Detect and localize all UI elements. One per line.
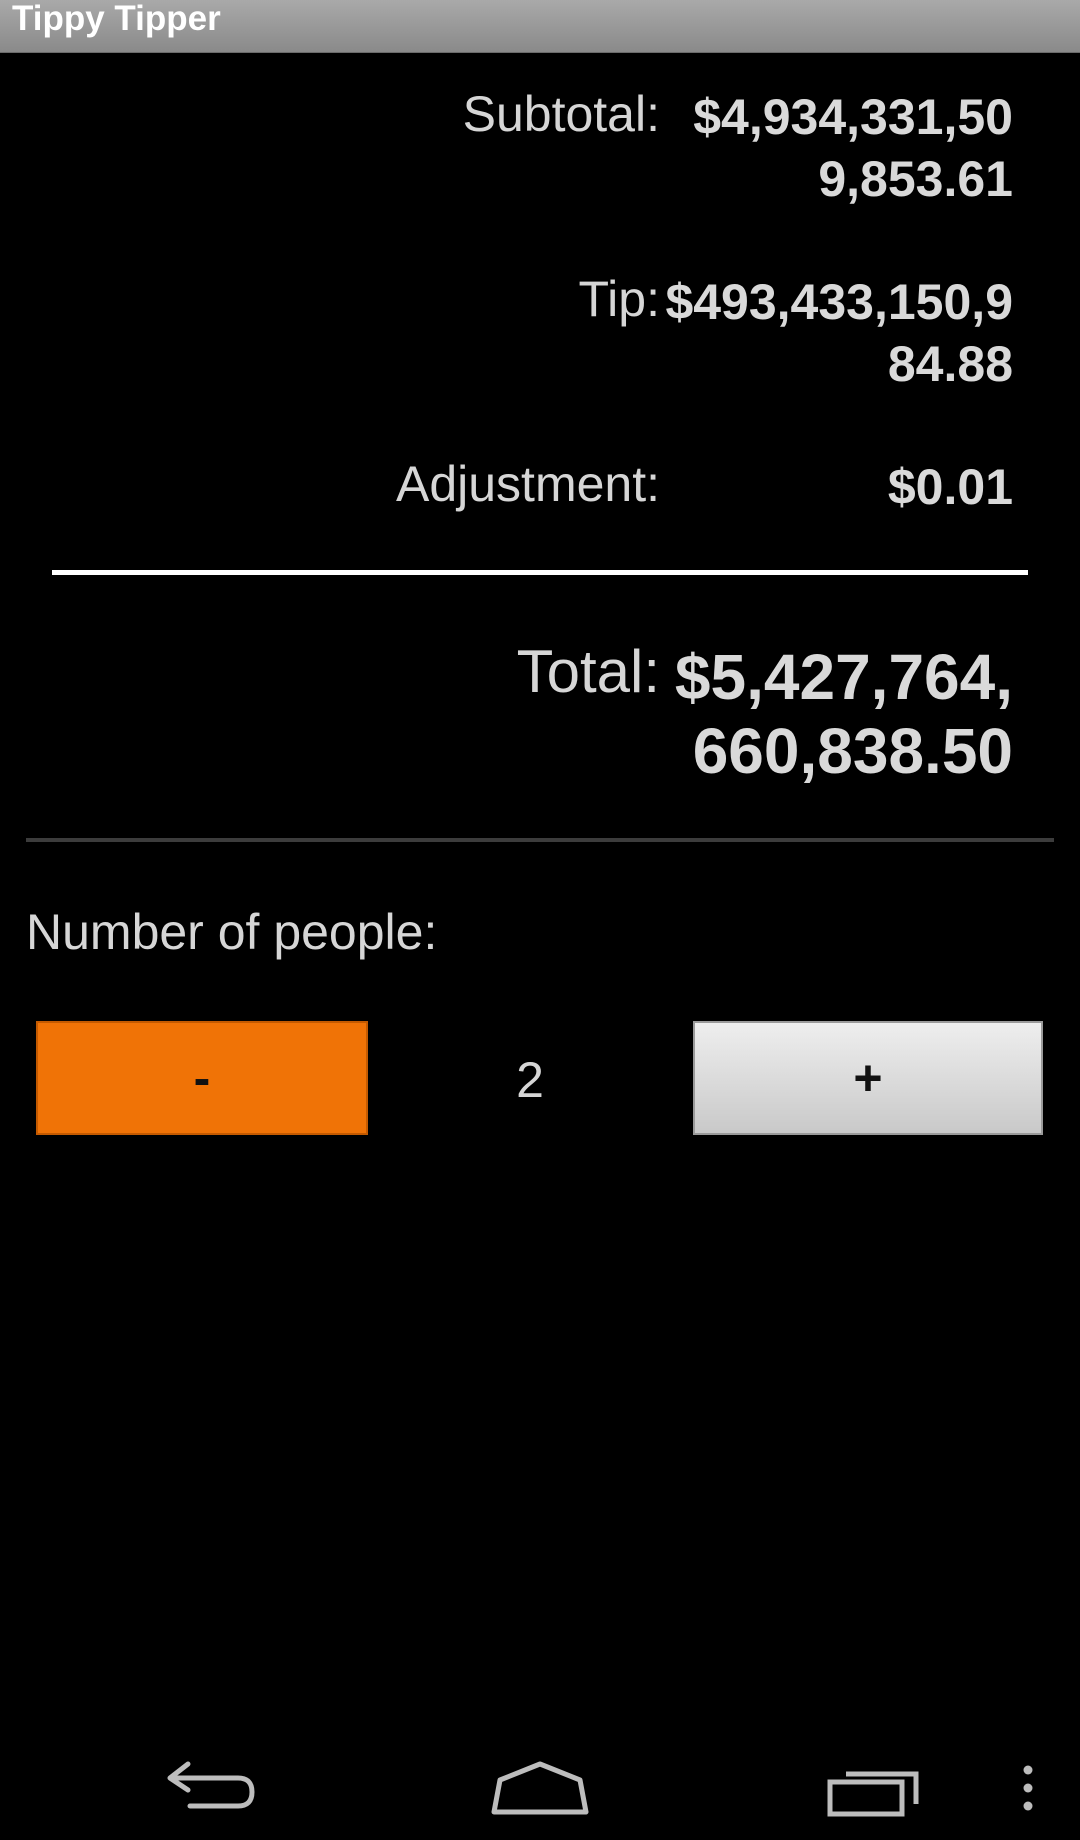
tip-value: $493,433,150,984.88	[665, 274, 1013, 392]
total-label: Total:	[516, 638, 660, 705]
people-count: 2	[516, 1052, 544, 1108]
recent-apps-icon[interactable]	[824, 1760, 924, 1820]
decrease-people-button[interactable]: -	[36, 1021, 368, 1135]
back-icon[interactable]	[160, 1760, 260, 1820]
section-divider	[26, 838, 1054, 842]
overflow-menu-icon[interactable]	[1018, 1762, 1038, 1818]
subtotal-value: $4,934,331,509,853.61	[693, 89, 1013, 207]
home-icon[interactable]	[488, 1758, 592, 1822]
subtotal-label: Subtotal:	[462, 86, 660, 142]
plus-label: +	[853, 1050, 883, 1106]
minus-label: -	[193, 1050, 211, 1106]
number-of-people-label: Number of people:	[26, 904, 438, 960]
title-bar: Tippy Tipper	[0, 0, 1080, 53]
increase-people-button[interactable]: +	[693, 1021, 1043, 1135]
adjustment-label: Adjustment:	[395, 456, 660, 512]
navigation-bar	[0, 1740, 1080, 1840]
total-divider	[52, 570, 1028, 575]
app-title: Tippy Tipper	[12, 0, 221, 38]
tip-label: Tip:	[578, 271, 661, 327]
adjustment-value: $0.01	[887, 459, 1013, 515]
total-value: $5,427,764,660,838.50	[674, 641, 1013, 787]
